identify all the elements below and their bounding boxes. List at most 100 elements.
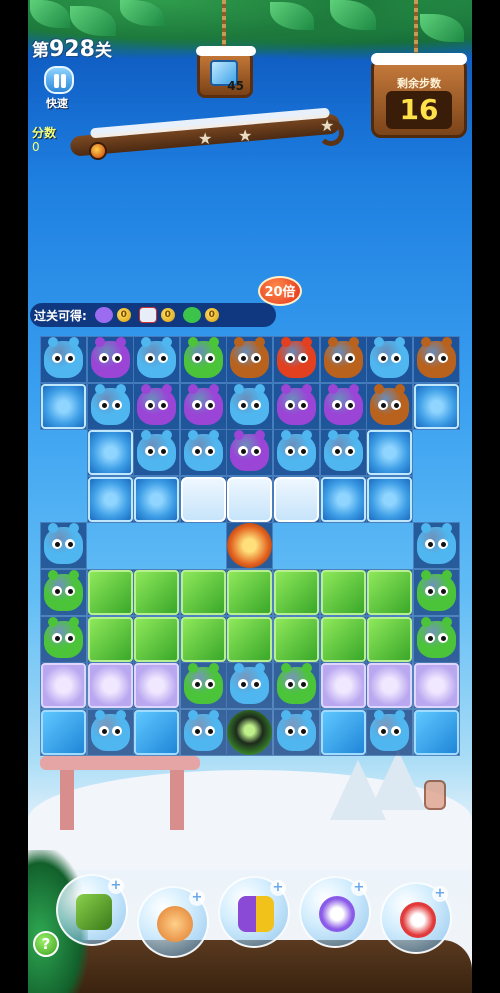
blue-creature-piece[interactable] <box>134 430 179 475</box>
horizontal-rocket-booster[interactable]: + <box>299 876 371 948</box>
leaf-block[interactable] <box>274 570 319 615</box>
blue-creature-piece[interactable] <box>274 710 319 755</box>
blue-creature-piece[interactable] <box>321 430 366 475</box>
purple-creature-icon <box>91 337 130 378</box>
purple-creature-piece[interactable] <box>134 384 179 429</box>
goal-sign: 45 <box>196 46 256 98</box>
blue-creature-piece[interactable] <box>88 710 133 755</box>
leaf-block[interactable] <box>367 570 412 615</box>
blue-creature-icon <box>184 710 223 751</box>
frozen-flower-block[interactable] <box>88 430 133 475</box>
leaf-block[interactable] <box>367 617 412 662</box>
purple-creature-icon <box>324 384 363 425</box>
water-block[interactable] <box>134 710 179 755</box>
owl-special-piece[interactable] <box>227 523 272 568</box>
lilac-flower-block[interactable] <box>367 663 412 708</box>
swap-booster[interactable]: + <box>218 876 290 948</box>
frozen-flower-block[interactable] <box>367 430 412 475</box>
blue-creature-piece[interactable] <box>367 337 412 382</box>
lilac-flower-block[interactable] <box>321 663 366 708</box>
green-creature-piece[interactable] <box>414 570 459 615</box>
blue-creature-icon <box>44 337 83 378</box>
leaf-block[interactable] <box>321 617 366 662</box>
blue-creature-piece[interactable] <box>181 710 226 755</box>
blue-creature-piece[interactable] <box>181 430 226 475</box>
frozen-flower-block[interactable] <box>134 477 179 522</box>
blue-creature-icon <box>277 430 316 471</box>
green-creature-piece[interactable] <box>41 570 86 615</box>
leaf-block[interactable] <box>227 570 272 615</box>
blue-creature-icon <box>137 430 176 471</box>
shuffle-booster[interactable]: + <box>56 874 128 946</box>
purple-creature-piece[interactable] <box>88 337 133 382</box>
blue-creature-piece[interactable] <box>134 337 179 382</box>
green-creature-piece[interactable] <box>181 663 226 708</box>
ice-block[interactable] <box>181 477 226 522</box>
blue-creature-icon <box>230 663 269 704</box>
clock-booster[interactable]: + <box>137 886 209 958</box>
frozen-flower-block[interactable] <box>414 384 459 429</box>
leaf-block[interactable] <box>134 617 179 662</box>
leaf-block[interactable] <box>181 570 226 615</box>
blue-creature-icon <box>91 710 130 751</box>
leaf-block[interactable] <box>134 570 179 615</box>
level-prefix: 第 <box>32 41 49 61</box>
ice-block[interactable] <box>227 477 272 522</box>
brown-creature-piece[interactable] <box>227 337 272 382</box>
lilac-flower-block[interactable] <box>41 663 86 708</box>
blue-creature-piece[interactable] <box>41 337 86 382</box>
leaf-block[interactable] <box>88 570 133 615</box>
ticket-icon <box>138 307 157 323</box>
water-block[interactable] <box>321 710 366 755</box>
rope <box>222 0 226 52</box>
green-creature-piece[interactable] <box>41 617 86 662</box>
blue-creature-piece[interactable] <box>88 384 133 429</box>
blue-creature-piece[interactable] <box>414 523 459 568</box>
green-creature-piece[interactable] <box>274 663 319 708</box>
green-creature-icon <box>44 570 83 611</box>
blue-creature-icon <box>370 337 409 378</box>
blue-creature-piece[interactable] <box>41 523 86 568</box>
water-block[interactable] <box>414 710 459 755</box>
water-block[interactable] <box>41 710 86 755</box>
purple-creature-piece[interactable] <box>274 384 319 429</box>
frozen-flower-block[interactable] <box>88 477 133 522</box>
leaf-block[interactable] <box>181 617 226 662</box>
rocket-icon <box>319 896 355 932</box>
speed-label[interactable]: 快速 <box>46 95 68 111</box>
help-button[interactable]: ? <box>33 931 59 957</box>
blue-creature-piece[interactable] <box>227 663 272 708</box>
blue-creature-piece[interactable] <box>367 710 412 755</box>
blue-creature-piece[interactable] <box>274 430 319 475</box>
purple-creature-icon <box>184 384 223 425</box>
green-creature-piece[interactable] <box>181 337 226 382</box>
lilac-flower-block[interactable] <box>88 663 133 708</box>
brown-creature-piece[interactable] <box>414 337 459 382</box>
brown-creature-icon <box>324 337 363 378</box>
robot-piece[interactable] <box>227 710 272 755</box>
blue-creature-icon <box>184 430 223 471</box>
red-creature-piece[interactable] <box>274 337 319 382</box>
blue-creature-piece[interactable] <box>227 384 272 429</box>
vertical-rocket-booster[interactable]: + <box>380 882 452 954</box>
lilac-flower-block[interactable] <box>414 663 459 708</box>
purple-creature-piece[interactable] <box>321 384 366 429</box>
purple-creature-piece[interactable] <box>181 384 226 429</box>
star-threshold-icon: ★ <box>198 129 213 148</box>
leaf-block[interactable] <box>227 617 272 662</box>
leaf-block[interactable] <box>274 617 319 662</box>
lilac-flower-block[interactable] <box>134 663 179 708</box>
frozen-flower-block[interactable] <box>321 477 366 522</box>
purple-creature-piece[interactable] <box>227 430 272 475</box>
brown-creature-piece[interactable] <box>367 384 412 429</box>
ice-block[interactable] <box>274 477 319 522</box>
frozen-flower-block[interactable] <box>367 477 412 522</box>
leaf-block[interactable] <box>88 617 133 662</box>
green-creature-piece[interactable] <box>414 617 459 662</box>
leaf-block[interactable] <box>321 570 366 615</box>
green-creature-icon <box>184 663 223 704</box>
frozen-flower-block[interactable] <box>41 384 86 429</box>
brown-creature-piece[interactable] <box>321 337 366 382</box>
pause-button[interactable] <box>44 66 74 94</box>
gate-pillar <box>170 770 184 830</box>
